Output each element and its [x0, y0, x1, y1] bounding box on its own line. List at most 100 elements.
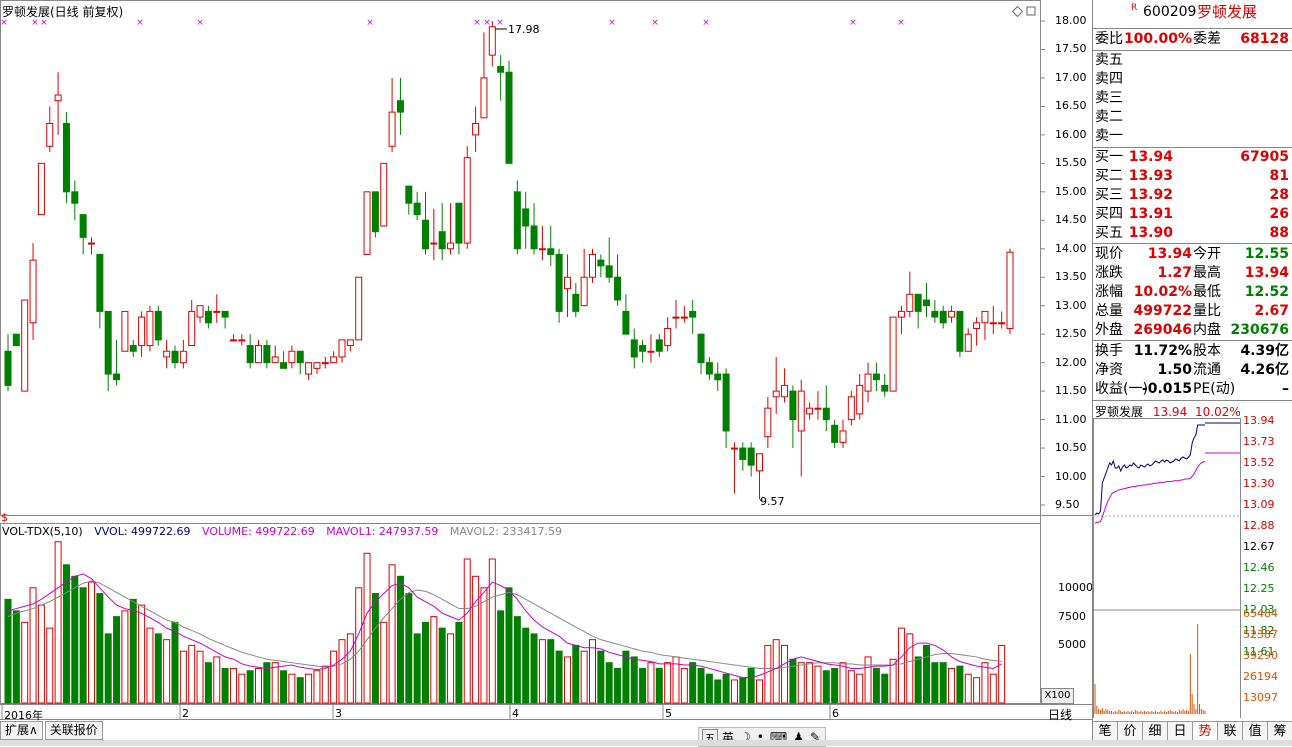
candle-body	[138, 316, 146, 347]
expand-tab[interactable]: 扩展∧	[0, 721, 43, 740]
volume-bar	[96, 593, 104, 704]
candle-body	[948, 310, 956, 318]
date-label: 6	[832, 707, 839, 720]
volume-bar	[931, 662, 939, 704]
candle-body	[380, 162, 388, 227]
panel-tab[interactable]: 联	[1218, 721, 1243, 741]
volume-bar	[305, 673, 313, 704]
volume-bar	[589, 639, 596, 704]
bid-row: 买四 13.91 26	[1093, 205, 1292, 224]
candle-body	[772, 390, 780, 398]
candle-body	[363, 191, 371, 255]
volume-bar	[664, 662, 672, 704]
kline-chart-area[interactable]: × × × × × × × × × × × × × × $ 罗顿发展(日线 前复权) 17.98 9.57 …	[0, 0, 1093, 747]
volume-bar	[196, 650, 204, 704]
ask-label: 卖五	[1095, 52, 1123, 68]
quote-row: 涨跌 1.27 最高 13.94	[1093, 264, 1292, 283]
candle-body	[171, 350, 179, 364]
price-tick: 12.00	[1055, 355, 1087, 369]
candle-body	[305, 362, 313, 375]
volume-bar	[21, 621, 29, 704]
panel-tab[interactable]: 势	[1193, 721, 1218, 741]
panel-tab[interactable]: 细	[1143, 721, 1168, 741]
candle-body	[589, 253, 596, 278]
dollar-marker: $	[1, 511, 8, 524]
candle-body	[756, 453, 763, 472]
volume-bar	[221, 667, 229, 704]
volume-bar	[480, 587, 488, 704]
candle-body	[806, 407, 814, 415]
candle-body	[238, 339, 246, 342]
ask-label: 卖二	[1095, 109, 1123, 125]
volume-bar	[271, 662, 279, 704]
intraday-volume-tick: 13097	[1243, 691, 1278, 704]
volume-bar	[104, 633, 112, 704]
candle-body	[88, 242, 95, 245]
volume-bar	[981, 662, 989, 704]
candle-body	[839, 430, 847, 443]
candle-body	[1006, 251, 1014, 329]
bid-row: 买三 13.92 28	[1093, 186, 1292, 205]
period-label[interactable]: 日线	[1048, 706, 1072, 723]
volume-bar	[630, 656, 638, 704]
candle-body	[346, 339, 354, 347]
quote-value: 12.52	[1244, 284, 1289, 300]
candle-body	[488, 26, 496, 56]
candle-body	[371, 191, 379, 233]
candle-body	[229, 339, 237, 342]
price-tick: 11.50	[1055, 384, 1087, 398]
volume-bar	[513, 616, 521, 704]
candle-body	[271, 356, 279, 364]
candle-body	[906, 293, 914, 312]
volume-bar	[889, 658, 897, 704]
candle-body	[413, 202, 421, 216]
panel-tab[interactable]: 值	[1243, 721, 1268, 741]
kline-svg[interactable]: × × × × × × × × × × × × × ×$	[0, 0, 1092, 746]
volume-scale-button[interactable]: X100	[1041, 688, 1074, 704]
intraday-price-tick: 13.52	[1243, 456, 1275, 469]
mini-chart-price: 13.94	[1152, 405, 1188, 419]
intraday-volume-tick: 26194	[1243, 670, 1278, 683]
intraday-price-tick: 13.94	[1243, 414, 1275, 427]
volume-bar	[747, 667, 755, 704]
candle-body	[897, 310, 905, 318]
candle-body	[547, 248, 555, 255]
volume-bar	[739, 677, 747, 704]
volume-bar	[906, 633, 914, 704]
related-quote-tab[interactable]: 关联报价	[44, 721, 103, 740]
intraday-volume-tick: 39290	[1243, 649, 1278, 662]
volume-bar	[12, 610, 20, 704]
panel-tab[interactable]: 筹	[1268, 721, 1292, 741]
event-marker: ×	[366, 18, 374, 28]
volume-tick: 7500	[1058, 609, 1086, 623]
volume-bar	[29, 587, 37, 704]
panel-tab[interactable]: 日	[1168, 721, 1193, 741]
candle-body	[455, 202, 463, 244]
quote-value: 499722	[1133, 303, 1192, 319]
volume-bar	[213, 656, 221, 704]
candle-body	[973, 322, 981, 329]
candle-body	[672, 316, 680, 319]
panel-tab[interactable]: 价	[1118, 721, 1143, 741]
candle-body	[405, 185, 413, 204]
candle-body	[856, 384, 864, 415]
quote-row: 涨幅 10.02% 最低 12.52	[1093, 283, 1292, 302]
candle-body	[889, 316, 897, 392]
date-label: 2	[182, 707, 189, 720]
volume-bar	[939, 662, 947, 704]
candle-body	[647, 350, 655, 353]
quote-row: 外盘 269046 内盘 230676	[1093, 321, 1292, 340]
candle-body	[655, 339, 663, 352]
date-label: 5	[665, 707, 672, 720]
horizontal-scrollbar[interactable]	[0, 740, 1292, 746]
panel-tab[interactable]: 笔	[1093, 721, 1118, 741]
candle-body	[580, 276, 588, 307]
volume-bar	[129, 598, 137, 704]
volume-bar	[37, 604, 45, 704]
candle-body	[480, 77, 488, 119]
candle-body	[62, 122, 70, 193]
volume-bar	[288, 673, 296, 704]
volume-bar	[572, 644, 580, 704]
volume-bar	[839, 662, 847, 704]
intraday-price-line	[1094, 424, 1205, 516]
